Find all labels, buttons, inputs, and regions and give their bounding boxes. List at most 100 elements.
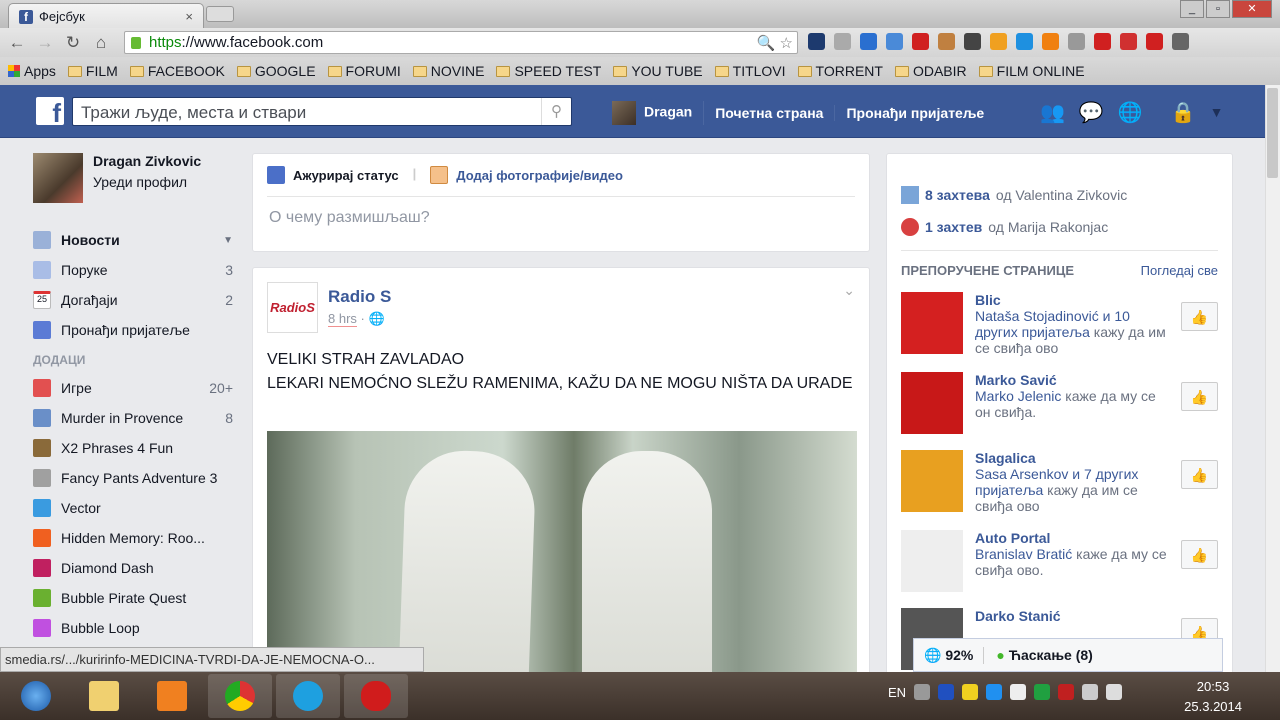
adblock-icon[interactable]: [1094, 33, 1111, 50]
address-bar[interactable]: https://www.facebook.com 🔍 ☆: [124, 31, 798, 54]
messages-icon[interactable]: 💬: [1079, 100, 1104, 125]
like-button[interactable]: 👍: [1181, 460, 1218, 489]
chrome-taskbar-icon[interactable]: [208, 674, 272, 718]
bookmark-folder[interactable]: NOVINE: [412, 63, 484, 79]
bookmark-folder[interactable]: FORUMI: [327, 63, 401, 79]
extension-icon[interactable]: [938, 33, 955, 50]
extension-icon[interactable]: [1120, 33, 1137, 50]
see-all-link[interactable]: Погледај све: [1141, 263, 1218, 278]
reload-icon[interactable]: ↻: [64, 33, 82, 53]
bookmark-folder[interactable]: TORRENT: [797, 63, 883, 79]
status-input[interactable]: О чему размишљаш?: [253, 197, 869, 239]
app-request[interactable]: 1 захтев од Marija Rakonjac: [901, 218, 1218, 236]
close-tab-icon[interactable]: ×: [185, 9, 193, 24]
like-button[interactable]: 👍: [1181, 302, 1218, 331]
extension-icon[interactable]: [834, 33, 851, 50]
post-options-chevron-icon[interactable]: ⌄: [843, 282, 855, 299]
sidebar-item-find-friends[interactable]: Пронађи пријатеље: [33, 315, 233, 345]
explorer-taskbar-icon[interactable]: [72, 674, 136, 718]
network-icon[interactable]: [1082, 684, 1099, 700]
shield-icon[interactable]: [938, 684, 955, 700]
opera-taskbar-icon[interactable]: [344, 674, 408, 718]
extension-icon[interactable]: [1016, 33, 1033, 50]
home-link[interactable]: Почетна страна: [704, 105, 836, 121]
like-button[interactable]: 👍: [1181, 382, 1218, 411]
bookmark-folder[interactable]: YOU TUBE: [613, 63, 703, 79]
browser-tab[interactable]: f Фејсбук ×: [8, 3, 204, 29]
app-request[interactable]: 8 захтева од Valentina Zivkovic: [901, 186, 1218, 204]
extension-icon[interactable]: [886, 33, 903, 50]
start-button[interactable]: [4, 674, 68, 718]
sidebar-app-item[interactable]: Bubble Pirate Quest: [33, 583, 233, 613]
update-status-tab[interactable]: Ажурирај статус: [267, 166, 399, 184]
edit-profile-link[interactable]: Уреди профил: [93, 174, 201, 190]
friends-link[interactable]: Marko Jelenic: [975, 388, 1061, 404]
page-name[interactable]: Darko Stanić: [975, 608, 1061, 624]
skype-taskbar-icon[interactable]: [276, 674, 340, 718]
sidebar-app-item[interactable]: Hidden Memory: Roo...: [33, 523, 233, 553]
add-photo-tab[interactable]: Додај фотографије/видео: [430, 166, 623, 184]
star-icon[interactable]: 🔍 ☆: [757, 34, 797, 52]
keyboard-icon[interactable]: [914, 684, 931, 700]
tray-icon[interactable]: [1034, 684, 1051, 700]
clock[interactable]: 20:53 25.3.2014: [1184, 677, 1242, 717]
extension-icon[interactable]: [1042, 33, 1059, 50]
page-name[interactable]: Auto Portal: [975, 530, 1168, 546]
sidebar-app-item[interactable]: Murder in Provence 8: [33, 403, 233, 433]
bookmark-folder[interactable]: FACEBOOK: [129, 63, 225, 79]
sidebar-item-messages[interactable]: Поруке 3: [33, 255, 233, 285]
chat-bar[interactable]: 🌐 92% ● Ћаскање (8): [913, 638, 1223, 672]
menu-icon[interactable]: [1172, 33, 1189, 50]
bookmark-folder[interactable]: TITLOVI: [714, 63, 786, 79]
home-icon[interactable]: ⌂: [92, 33, 110, 53]
sidebar-app-item[interactable]: Bubble Loop: [33, 613, 233, 643]
page-avatar[interactable]: RadioS: [267, 282, 318, 333]
friends-link[interactable]: Branislav Bratić: [975, 546, 1072, 562]
page-thumbnail[interactable]: [901, 530, 963, 592]
page-name[interactable]: Blic: [975, 292, 1168, 308]
sidebar-app-item[interactable]: Vector: [33, 493, 233, 523]
volume-icon[interactable]: [1106, 684, 1123, 700]
maximize-button[interactable]: ▫: [1206, 0, 1230, 18]
page-thumbnail[interactable]: [901, 450, 963, 512]
page-thumbnail[interactable]: [901, 292, 963, 354]
extension-icon[interactable]: [1146, 33, 1163, 50]
search-input[interactable]: Тражи људе, места и ствари ⚲: [72, 97, 572, 126]
profile-photo[interactable]: [33, 153, 83, 203]
scrollbar-thumb[interactable]: [1267, 88, 1278, 178]
extension-icon[interactable]: [860, 33, 877, 50]
bookmark-folder[interactable]: FILM ONLINE: [978, 63, 1085, 79]
bookmark-folder[interactable]: GOOGLE: [236, 63, 316, 79]
settings-chevron-icon[interactable]: ▼: [1210, 100, 1224, 125]
sidebar-item-news[interactable]: Новости ▼: [33, 225, 233, 255]
bookmark-folder[interactable]: SPEED TEST: [496, 63, 601, 79]
like-button[interactable]: 👍: [1181, 540, 1218, 569]
extension-icon[interactable]: [964, 33, 981, 50]
page-thumbnail[interactable]: [901, 372, 963, 434]
flag-icon[interactable]: [1010, 684, 1027, 700]
bookmark-apps[interactable]: Apps: [8, 63, 56, 79]
bookmark-folder[interactable]: ODABIR: [894, 63, 967, 79]
new-tab-button[interactable]: [206, 6, 234, 22]
sidebar-app-item[interactable]: Игре 20+: [33, 373, 233, 403]
language-indicator[interactable]: EN: [888, 685, 906, 700]
sidebar-app-item[interactable]: X2 Phrases 4 Fun: [33, 433, 233, 463]
page-name[interactable]: Slagalica: [975, 450, 1168, 466]
minimize-button[interactable]: _: [1180, 0, 1204, 18]
tray-icon[interactable]: [1058, 684, 1075, 700]
close-window-button[interactable]: ✕: [1232, 0, 1272, 18]
forward-icon[interactable]: →: [36, 33, 54, 53]
tray-icon[interactable]: [962, 684, 979, 700]
media-player-taskbar-icon[interactable]: [140, 674, 204, 718]
back-icon[interactable]: ←: [8, 33, 26, 53]
page-name[interactable]: Marko Savić: [975, 372, 1168, 388]
profile-link[interactable]: Dragan: [612, 101, 705, 125]
sidebar-item-events[interactable]: 25 Догађаји 2: [33, 285, 233, 315]
find-friends-link[interactable]: Пронађи пријатеље: [835, 105, 995, 121]
profile-name[interactable]: Dragan Zivkovic: [93, 153, 201, 169]
facebook-logo[interactable]: f: [36, 97, 64, 128]
sync-icon[interactable]: [986, 684, 1003, 700]
extension-icon[interactable]: [1068, 33, 1085, 50]
search-icon[interactable]: ⚲: [541, 98, 571, 125]
chat-label[interactable]: ● Ћаскање (8): [984, 647, 1092, 663]
